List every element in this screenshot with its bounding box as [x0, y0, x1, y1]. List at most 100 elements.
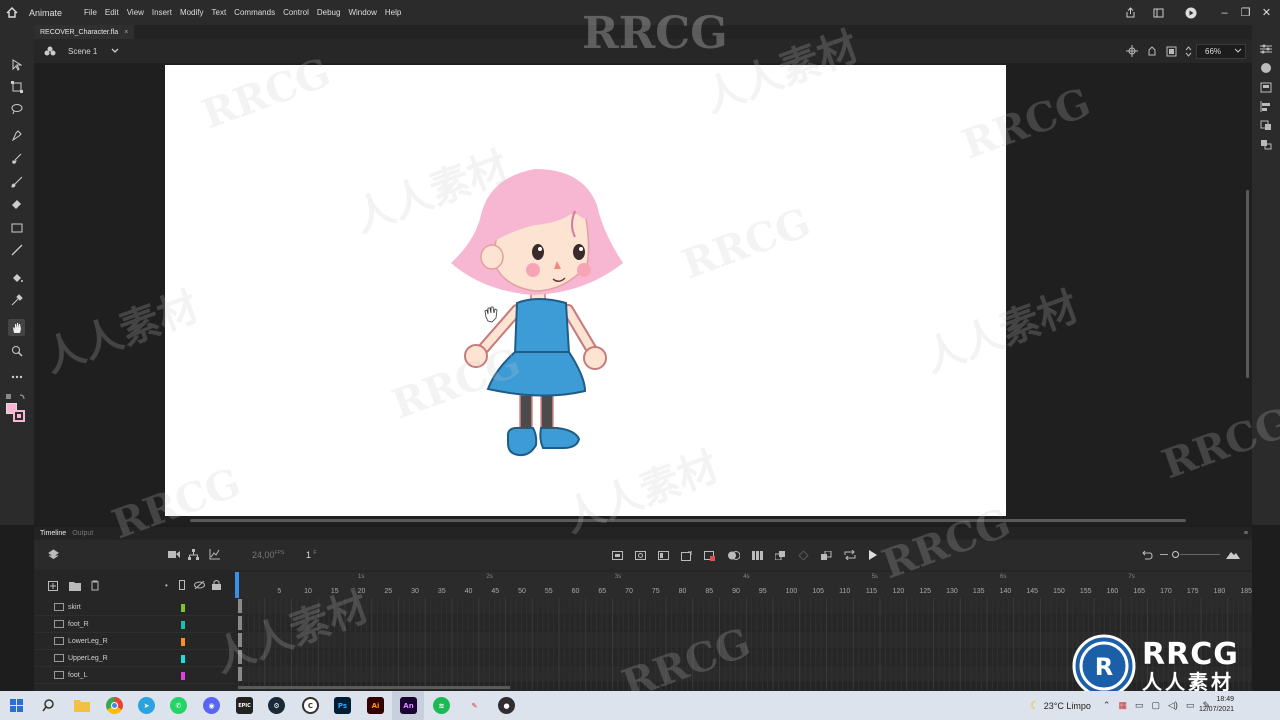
test-movie-icon[interactable]: [1183, 5, 1198, 20]
layer-row[interactable]: foot_R: [34, 616, 234, 633]
loop-icon[interactable]: [844, 550, 856, 560]
windows-start-icon[interactable]: [8, 697, 25, 714]
clip-studio-icon[interactable]: C: [302, 697, 319, 714]
restore-icon[interactable]: ❐: [1238, 5, 1253, 20]
tray-app-icon[interactable]: ▦: [1118, 700, 1127, 711]
more-tools-icon[interactable]: [8, 368, 25, 385]
graph-icon[interactable]: [209, 549, 220, 560]
display-icon[interactable]: ▢: [1152, 700, 1161, 711]
clip-stage-icon[interactable]: [1166, 46, 1177, 57]
file-explorer-icon[interactable]: [73, 697, 90, 714]
components-icon[interactable]: [1259, 138, 1273, 150]
zoom-dropdown-icon[interactable]: [1234, 48, 1242, 54]
pen-tool-icon[interactable]: [8, 127, 25, 144]
chevron-down-icon[interactable]: [111, 48, 119, 54]
brush-tool-icon[interactable]: [8, 150, 25, 167]
menu-commands[interactable]: Commands: [234, 8, 275, 17]
selection-tool-icon[interactable]: [8, 56, 25, 73]
highlight-layers-icon[interactable]: •: [165, 581, 168, 590]
onion-skin-icon[interactable]: [728, 551, 740, 560]
classic-tween-icon[interactable]: [704, 551, 715, 561]
paint-brush-tool-icon[interactable]: [8, 173, 25, 190]
layer-row[interactable]: LowerLeg_R: [34, 633, 234, 650]
menu-window[interactable]: Window: [348, 8, 376, 17]
steam-icon[interactable]: ⚙: [268, 697, 285, 714]
menu-edit[interactable]: Edit: [105, 8, 119, 17]
insert-keyframe-icon[interactable]: [612, 551, 623, 560]
lock-icon[interactable]: [212, 580, 221, 590]
parenting-icon[interactable]: [188, 549, 199, 560]
battery-icon[interactable]: ▭: [1186, 700, 1195, 711]
zoom-in-mountain-icon[interactable]: [1226, 550, 1240, 559]
frame-ruler[interactable]: 5 10 15 20 25 30 35 40 45 50 55 60 65 70 75 80 85 90 95 100…: [238, 572, 1252, 598]
close-icon[interactable]: ✕: [1259, 5, 1274, 20]
whatsapp-icon[interactable]: ✆: [170, 697, 187, 714]
tab-timeline[interactable]: Timeline: [40, 530, 66, 537]
lasso-tool-icon[interactable]: [8, 100, 25, 117]
close-tab-icon[interactable]: ×: [124, 29, 128, 36]
share-icon[interactable]: [1123, 5, 1138, 20]
free-transform-tool-icon[interactable]: [8, 78, 25, 95]
menu-insert[interactable]: Insert: [152, 8, 172, 17]
loop-frames-icon[interactable]: [821, 551, 832, 560]
keyframe[interactable]: [238, 650, 242, 664]
keyframe[interactable]: [238, 616, 242, 630]
keyframe[interactable]: [238, 599, 242, 613]
illustrator-icon[interactable]: Ai: [367, 697, 384, 714]
epic-games-icon[interactable]: EPIC: [236, 697, 253, 714]
search-icon[interactable]: [40, 697, 57, 714]
outline-icon[interactable]: [179, 580, 185, 590]
eyedropper-tool-icon[interactable]: [8, 291, 25, 308]
chrome-icon[interactable]: [106, 697, 123, 714]
clock[interactable]: 18:49 12/07/2021: [1199, 695, 1234, 715]
weather-text[interactable]: 23°C Limpo: [1044, 701, 1091, 711]
tab-output[interactable]: Output: [72, 530, 93, 537]
camera-icon[interactable]: [168, 550, 180, 559]
layer-row[interactable]: skirt: [34, 599, 234, 616]
zoom-tool-icon[interactable]: [8, 342, 25, 359]
line-tool-icon[interactable]: [8, 241, 25, 258]
character-illustration[interactable]: [165, 65, 1006, 516]
zoom-out-icon[interactable]: [1160, 554, 1168, 555]
new-folder-icon[interactable]: [69, 581, 81, 591]
play-icon[interactable]: [868, 550, 877, 560]
panel-menu-icon[interactable]: ≡: [1244, 530, 1248, 537]
eraser-tool-icon[interactable]: [8, 195, 25, 212]
paint-bucket-tool-icon[interactable]: [8, 269, 25, 286]
insert-blank-keyframe-icon[interactable]: [635, 551, 646, 560]
scene-name[interactable]: Scene 1: [68, 47, 97, 56]
rotation-icon[interactable]: [1146, 45, 1158, 57]
layer-row[interactable]: foot_L: [34, 667, 234, 684]
tray-chevron-icon[interactable]: ⌃: [1103, 700, 1111, 711]
weather-icon[interactable]: ☾: [1030, 699, 1040, 712]
properties-icon[interactable]: [1259, 43, 1273, 55]
animate-icon[interactable]: An: [400, 697, 417, 714]
menu-debug[interactable]: Debug: [317, 8, 341, 17]
pin-app-icon[interactable]: ✎: [466, 697, 483, 714]
frame-row[interactable]: [238, 598, 1252, 614]
fill-color-swatch[interactable]: [13, 410, 25, 422]
delete-layer-icon[interactable]: [90, 580, 100, 591]
hand-tool-icon[interactable]: [8, 319, 25, 336]
transform-icon[interactable]: [1259, 119, 1273, 131]
panel-icon[interactable]: [1151, 5, 1166, 20]
rectangle-tool-icon[interactable]: [8, 219, 25, 236]
home-icon[interactable]: [1, 0, 23, 25]
telegram-icon[interactable]: ➤: [138, 697, 155, 714]
stage[interactable]: [165, 65, 1006, 516]
zoom-stepper-icon[interactable]: [1185, 45, 1192, 58]
create-tween-icon[interactable]: [681, 551, 692, 561]
menu-modify[interactable]: Modify: [180, 8, 204, 17]
color-icon[interactable]: [1259, 62, 1273, 74]
menu-control[interactable]: Control: [283, 8, 309, 17]
edit-multiple-frames-icon[interactable]: [752, 551, 763, 560]
minimize-icon[interactable]: –: [1217, 5, 1232, 20]
menu-help[interactable]: Help: [385, 8, 401, 17]
timeline-zoom-slider[interactable]: [1172, 551, 1179, 558]
layers-icon[interactable]: [48, 549, 59, 560]
menu-text[interactable]: Text: [212, 8, 227, 17]
stage-horizontal-scrollbar[interactable]: [190, 519, 1186, 522]
center-stage-icon[interactable]: [1126, 45, 1138, 57]
document-tab[interactable]: RECOVER_Character.fla ×: [34, 25, 135, 39]
stage-vertical-scrollbar[interactable]: [1246, 190, 1249, 378]
